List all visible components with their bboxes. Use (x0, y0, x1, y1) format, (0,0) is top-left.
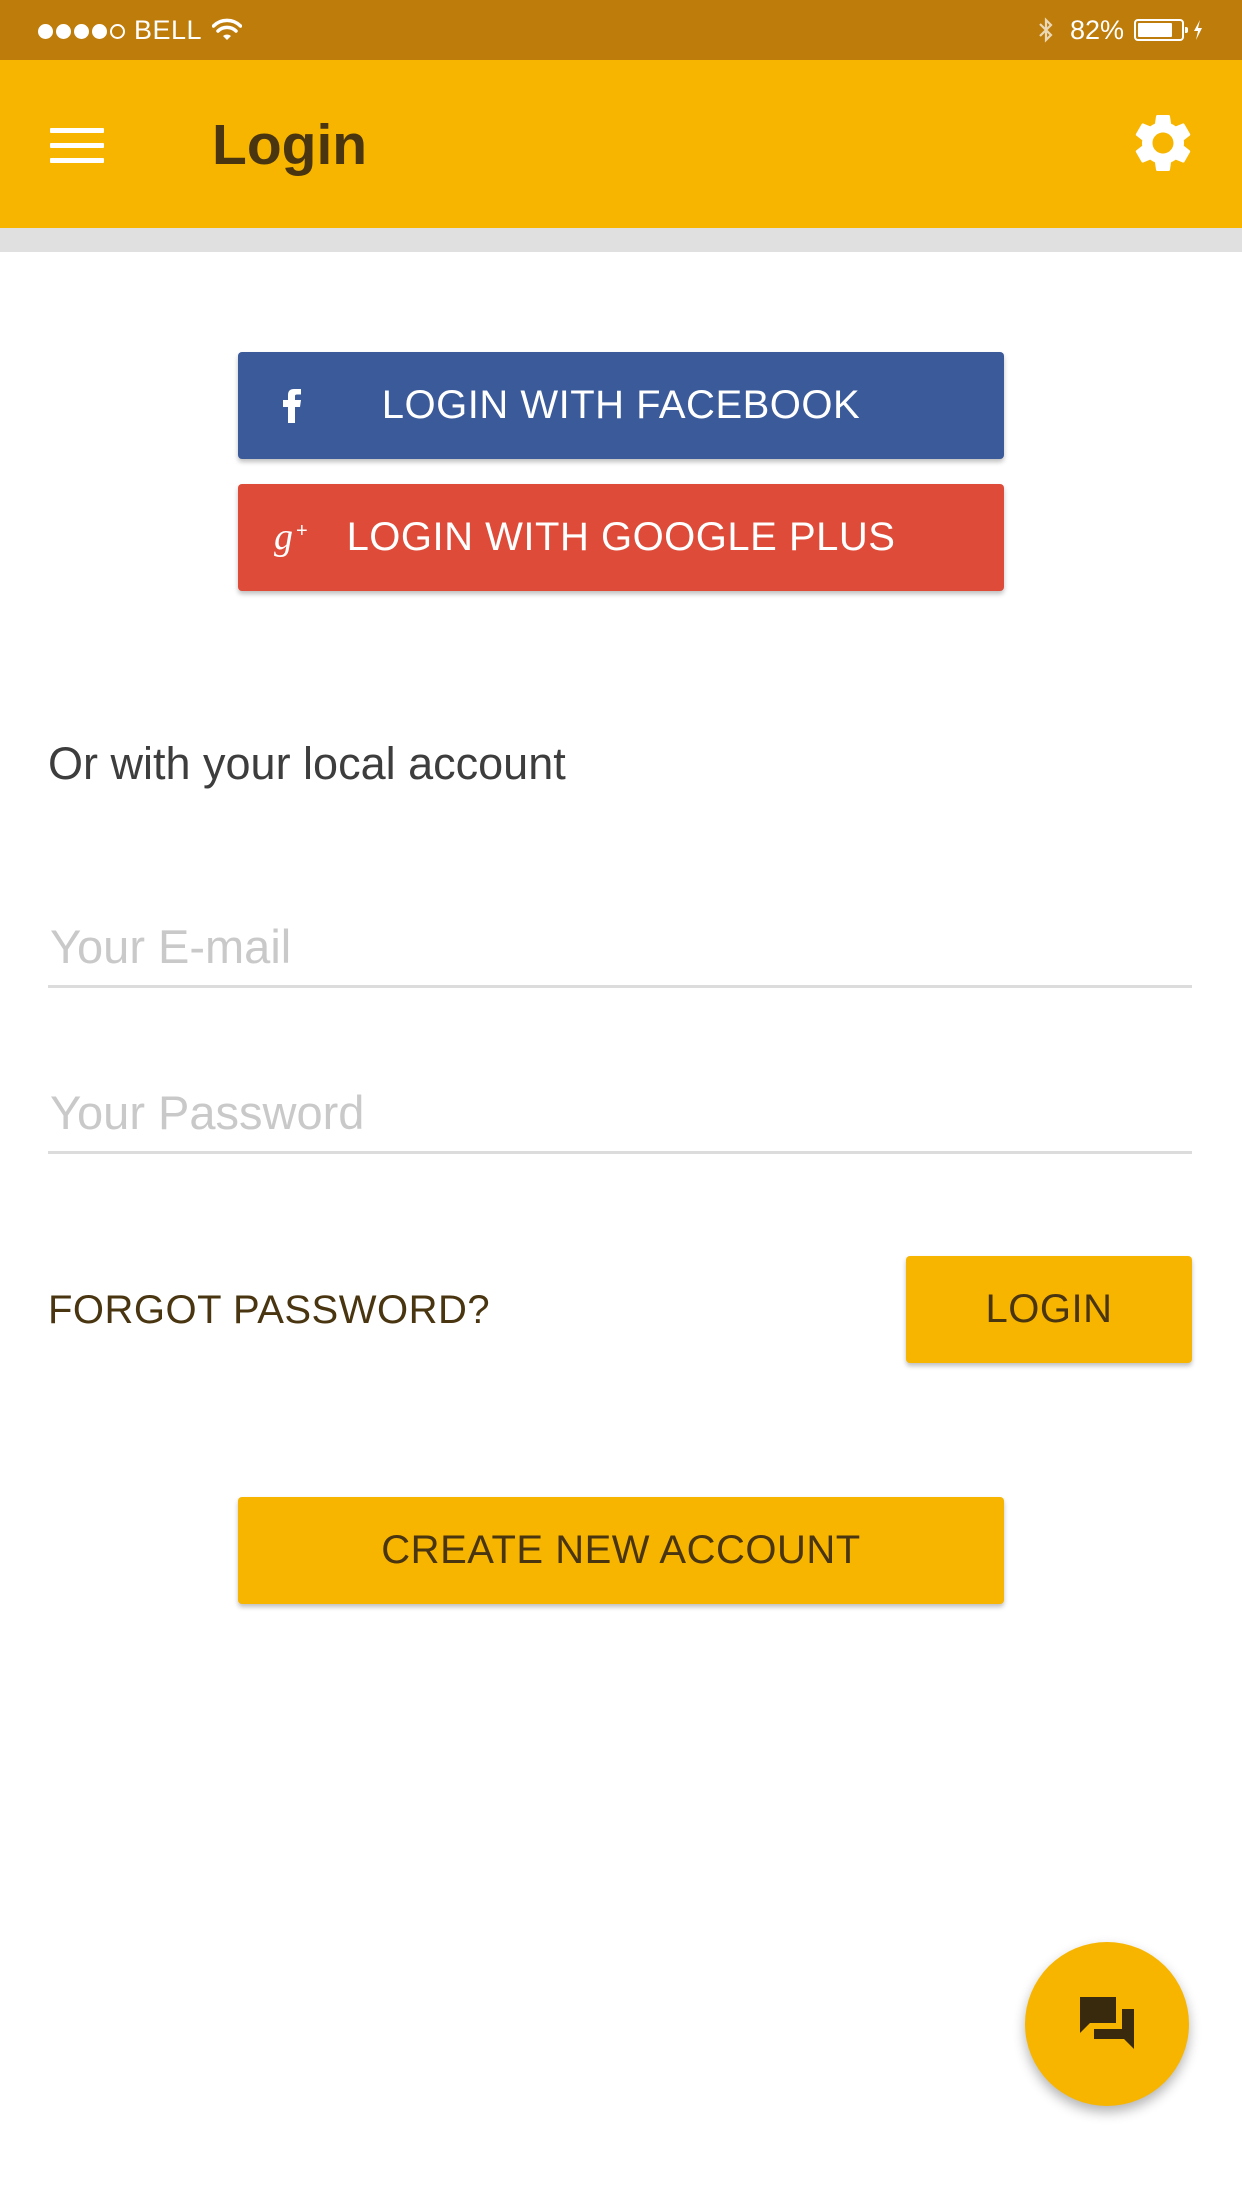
battery-level-fill (1138, 23, 1172, 37)
local-account-heading: Or with your local account (48, 738, 566, 789)
app-bar: Login (0, 60, 1242, 228)
charging-icon (1192, 19, 1204, 41)
create-account-button[interactable]: CREATE NEW ACCOUNT (238, 1497, 1004, 1604)
wifi-icon (212, 18, 243, 42)
battery-tip (1185, 27, 1188, 33)
facebook-icon (272, 352, 306, 459)
login-button[interactable]: LOGIN (906, 1256, 1192, 1363)
battery-percentage: 82% (1069, 14, 1124, 45)
status-right: 82% (1038, 0, 1204, 60)
chat-icon (1074, 1993, 1140, 2055)
svg-text:g: g (274, 516, 294, 558)
google-button-label: LOGIN WITH GOOGLE PLUS (346, 515, 896, 559)
signal-strength-icon (38, 15, 128, 46)
app-bar-shadow (0, 228, 1242, 252)
menu-icon[interactable] (48, 122, 108, 168)
login-facebook-button[interactable]: LOGIN WITH FACEBOOK (238, 352, 1004, 459)
status-left: BELL (38, 0, 243, 60)
status-bar: BELL 82% (0, 0, 1242, 60)
login-google-plus-button[interactable]: g + LOGIN WITH GOOGLE PLUS (238, 484, 1004, 591)
carrier-name: BELL (134, 14, 203, 45)
forgot-password-link[interactable]: FORGOT PASSWORD? (48, 1288, 490, 1333)
svg-text:+: + (296, 520, 308, 542)
google-plus-icon: g + (272, 484, 318, 591)
email-field[interactable] (48, 908, 1192, 988)
page-title: Login (212, 113, 368, 177)
battery-icon (1134, 19, 1188, 41)
gear-icon[interactable] (1128, 108, 1198, 178)
facebook-button-label: LOGIN WITH FACEBOOK (381, 383, 861, 427)
login-button-label: LOGIN (985, 1287, 1113, 1331)
chat-fab[interactable] (1025, 1942, 1189, 2106)
bluetooth-icon (1038, 17, 1054, 43)
password-field[interactable] (48, 1074, 1192, 1154)
create-account-label: CREATE NEW ACCOUNT (381, 1528, 861, 1572)
